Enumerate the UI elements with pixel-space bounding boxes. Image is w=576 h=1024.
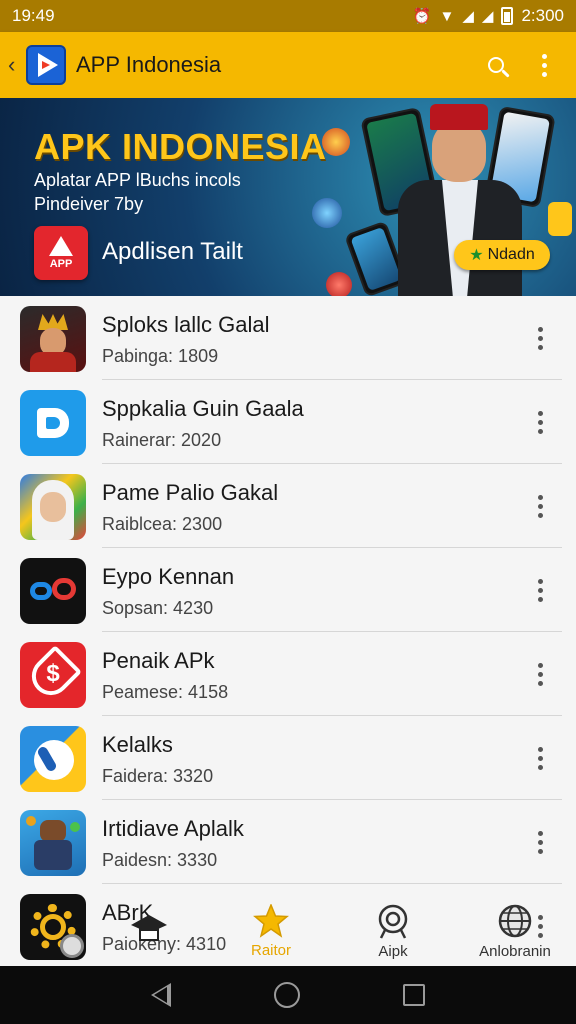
tab-raitor[interactable]: Raitor (210, 896, 332, 966)
blue-b-icon (20, 390, 86, 456)
promo-banner[interactable]: APK INDONESIA Aplatar APP lBuchs incols … (0, 98, 576, 296)
app-list: Sploks lallc Galal Pabinga: 1809 Sppkali… (0, 296, 576, 966)
banner-title: APK INDONESIA (34, 126, 327, 167)
tab-aipk[interactable]: Aipk (332, 896, 454, 966)
app-name: Sppkalia Guin Gaala (102, 396, 304, 421)
system-nav-bar (0, 966, 576, 1024)
list-item[interactable]: $ Penaik APk Peamese: 4158 (0, 632, 576, 716)
app-orb-icon (326, 272, 352, 296)
app-meta: Sopsan: 4230 (102, 598, 214, 618)
more-vert-icon[interactable] (526, 320, 554, 356)
banner-cta-button[interactable]: ★ Ndadn (454, 240, 550, 270)
wifi-icon: ▼ (439, 7, 455, 25)
app-meta: Pabinga: 1809 (102, 346, 219, 366)
bottom-nav: Raitor Aipk Anlobranin (88, 896, 576, 966)
more-vert-icon[interactable] (526, 656, 554, 692)
more-vert-icon (541, 53, 547, 77)
status-battery-text: 2:300 (521, 6, 564, 25)
app-a-icon (49, 236, 73, 256)
signal-icon: ◢ (462, 8, 474, 25)
globe-icon (498, 904, 532, 937)
search-button[interactable] (472, 41, 520, 89)
system-recents-icon[interactable] (402, 984, 425, 1006)
app-name: Penaik APk (102, 648, 215, 673)
more-vert-icon[interactable] (526, 572, 554, 608)
warrior-icon (20, 306, 86, 372)
app-name: Eypo Kennan (102, 564, 235, 589)
robot-icon (20, 810, 86, 876)
app-meta: Peamese: 4158 (102, 682, 229, 702)
app-meta: Faidera: 3320 (102, 766, 214, 786)
app-name: Pame Palio Gakal (102, 480, 279, 505)
app-name: Sploks lallc Galal (102, 312, 270, 337)
tab-anlobranin[interactable]: Anlobranin (454, 896, 576, 966)
tab-home[interactable] (88, 896, 210, 966)
list-item[interactable]: Sploks lallc Galal Pabinga: 1809 (0, 296, 576, 380)
banner-app-icon: APP (34, 226, 88, 280)
award-icon (378, 904, 408, 939)
banner-app-name: Apdlisen Tailt (102, 238, 243, 265)
list-item[interactable]: Pame Palio Gakal Raiblcea: 2300 (0, 464, 576, 548)
app-name: Irtidiave Aplalk (102, 816, 244, 841)
hat-icon (131, 915, 167, 941)
portrait-icon (20, 474, 86, 540)
more-vert-icon[interactable] (526, 824, 554, 860)
list-item[interactable]: Sppkalia Guin Gaala Rainerar: 2020 (0, 380, 576, 464)
more-vert-icon[interactable] (526, 740, 554, 776)
app-bar: ‹ APP Indonesia (0, 32, 576, 98)
app-meta: Rainerar: 2020 (102, 430, 222, 450)
status-bar: 19:49 ⏰ ▼ ◢ ◢ 2:300 (0, 0, 576, 32)
alarm-icon: ⏰ (412, 8, 432, 25)
app-meta: Raiblcea: 2300 (102, 514, 223, 534)
banner-subtitle: Aplatar APP lBuchs incols (34, 170, 241, 190)
gear-icon (20, 894, 86, 960)
list-item[interactable]: Kelalks Faidera: 3320 (0, 716, 576, 800)
ball-orb-icon (312, 198, 342, 228)
signal2-icon: ◢ (481, 8, 494, 25)
status-icons: ⏰ ▼ ◢ ◢ 2:300 (413, 6, 564, 26)
app-logo (26, 45, 66, 85)
battery-icon (501, 7, 514, 25)
badge-icon (548, 202, 572, 236)
system-back-icon[interactable] (151, 983, 172, 1007)
phone-icon (20, 726, 86, 792)
shield-dollar-icon: $ (20, 642, 86, 708)
app-name: Kelalks (102, 732, 173, 757)
more-vert-icon[interactable] (526, 404, 554, 440)
overflow-menu-button[interactable] (520, 41, 568, 89)
search-icon (488, 57, 504, 73)
more-vert-icon[interactable] (526, 488, 554, 524)
link-icon (20, 558, 86, 624)
star-icon: ★ (469, 247, 484, 264)
star-icon (253, 903, 289, 938)
system-home-icon[interactable] (273, 982, 300, 1008)
back-icon[interactable]: ‹ (8, 52, 24, 78)
banner-subtitle: Pindeiver 7by (34, 194, 144, 214)
app-meta: Paidesn: 3330 (102, 850, 218, 870)
app-title: APP Indonesia (76, 52, 222, 77)
list-item[interactable]: Eypo Kennan Sopsan: 4230 (0, 548, 576, 632)
play-logo-icon (38, 53, 58, 77)
status-time: 19:49 (12, 6, 55, 25)
list-item[interactable]: Irtidiave Aplalk Paidesn: 3330 (0, 800, 576, 884)
